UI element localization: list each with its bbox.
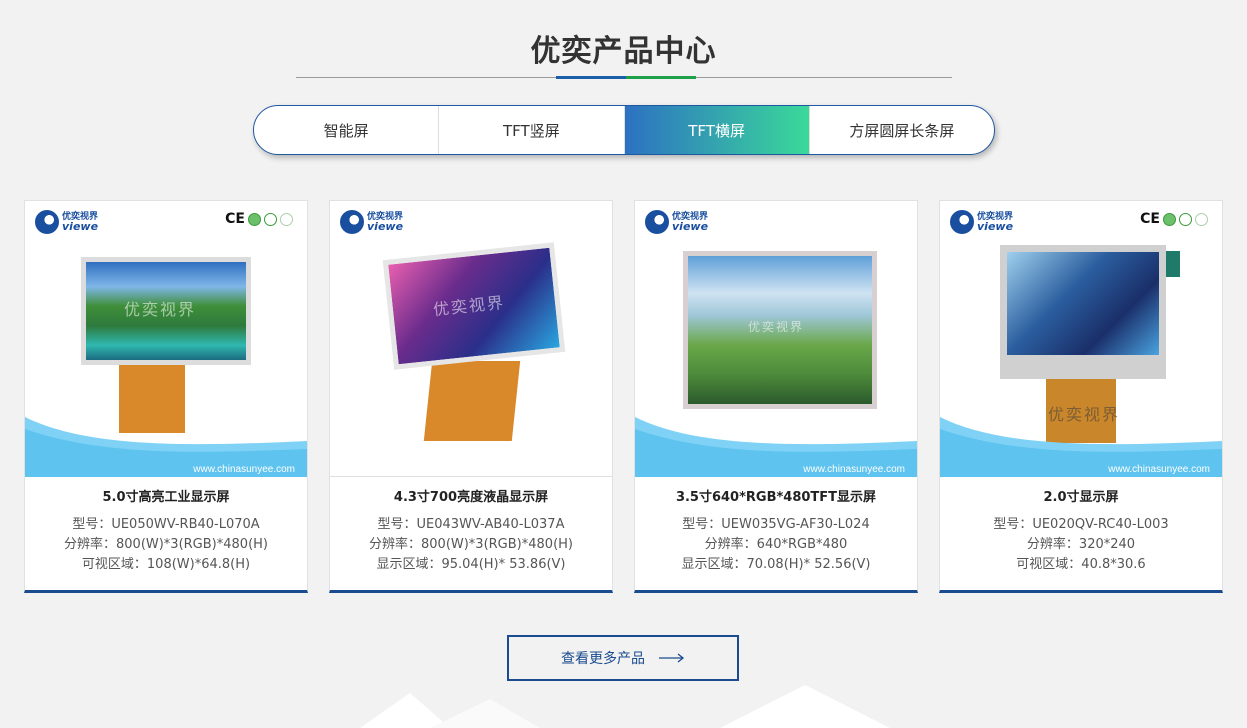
product-area: 显示区域：95.04(H)* 53.86(V) — [376, 557, 566, 572]
product-model: 型号：UE020QV-RC40-L003 — [993, 517, 1169, 532]
product-model: 型号：UE043WV-AB40-L037A — [377, 517, 565, 532]
product-name: 5.0寸高亮工业显示屏 — [102, 490, 230, 505]
brand-logo: 优奕视界 viewe — [645, 209, 725, 235]
display-panel: 优奕视界 — [81, 257, 251, 365]
product-resolution: 分辨率：800(W)*3(RGB)*480(H) — [64, 537, 268, 552]
product-image: 优奕视界 viewe 优奕视界 www.chinasunyee.com — [635, 201, 917, 477]
cert-icons: CE — [1140, 211, 1208, 227]
logo-en-text: viewe — [672, 220, 709, 233]
watermark: 优奕视界 — [432, 292, 506, 320]
logo-en-text: viewe — [62, 220, 99, 233]
logo-en-text: viewe — [367, 220, 404, 233]
product-area: 显示区域：70.08(H)* 52.56(V) — [681, 557, 871, 572]
fpc-cable — [423, 361, 521, 441]
product-area: 可视区域：108(W)*64.8(H) — [81, 557, 251, 572]
brand-logo: 优奕视界 viewe — [35, 209, 115, 235]
section-title: 优奕产品中心 — [530, 34, 717, 69]
logo-icon — [950, 210, 974, 234]
cert-icons: CE — [225, 211, 293, 227]
product-model: 型号：UE050WV-RB40-L070A — [72, 517, 260, 532]
logo-icon — [35, 210, 59, 234]
rohs-icon — [1163, 212, 1176, 226]
category-tabs: 智能屏 TFT竖屏 TFT横屏 方屏圆屏长条屏 — [253, 105, 995, 155]
tab-connector — [1166, 251, 1180, 277]
tab-tft-portrait[interactable]: TFT竖屏 — [439, 106, 625, 154]
ce-mark-icon: CE — [1140, 211, 1160, 227]
display-panel: 优奕视界 — [382, 242, 566, 370]
eco-cert-icon — [280, 212, 293, 226]
product-area: 可视区域：40.8*30.6 — [1016, 557, 1146, 572]
product-image: 优奕视界 viewe CE 优奕视界 www.chinasunyee.com — [25, 201, 307, 477]
website-text: www.chinasunyee.com — [1108, 464, 1210, 475]
product-card[interactable]: 优奕视界 viewe CE 优奕视界 www.chinasunyee.com 5.… — [24, 200, 308, 593]
tab-tft-landscape[interactable]: TFT横屏 — [624, 106, 810, 154]
view-more-label: 查看更多产品 — [561, 651, 645, 667]
eco-cert-icon — [1195, 212, 1208, 226]
arrow-right-icon — [659, 653, 685, 663]
check-cert-icon — [1179, 212, 1192, 226]
product-resolution: 分辨率：320*240 — [1026, 537, 1136, 552]
brand-logo: 优奕视界 viewe — [340, 209, 420, 235]
product-image: 优奕视界 viewe 优奕视界 — [330, 201, 612, 477]
brand-logo: 优奕视界 viewe — [950, 209, 1030, 235]
tab-square-round-bar[interactable]: 方屏圆屏长条屏 — [810, 106, 994, 154]
product-card[interactable]: 优奕视界 viewe CE 优奕视界 www.chinasunyee.com 2.… — [939, 200, 1223, 593]
product-name: 3.5寸640*RGB*480TFT显示屏 — [675, 490, 877, 505]
display-panel — [1000, 245, 1166, 379]
ce-mark-icon: CE — [225, 211, 245, 227]
product-image: 优奕视界 viewe CE 优奕视界 www.chinasunyee.com — [940, 201, 1222, 477]
mountain-decoration — [360, 685, 890, 728]
website-text: www.chinasunyee.com — [193, 464, 295, 475]
product-card[interactable]: 优奕视界 viewe 优奕视界 www.chinasunyee.com 3.5寸6… — [634, 200, 918, 593]
check-cert-icon — [264, 212, 277, 226]
product-name: 4.3寸700亮度液晶显示屏 — [393, 490, 549, 505]
display-panel: 优奕视界 — [683, 251, 877, 409]
logo-icon — [340, 210, 364, 234]
product-resolution: 分辨率：800(W)*3(RGB)*480(H) — [369, 537, 573, 552]
title-accent-bar — [556, 76, 696, 79]
logo-en-text: viewe — [977, 220, 1014, 233]
watermark: 优奕视界 — [124, 300, 197, 319]
product-name: 2.0寸显示屏 — [1043, 490, 1119, 505]
product-model: 型号：UEW035VG-AF30-L024 — [682, 517, 870, 532]
website-text: www.chinasunyee.com — [803, 464, 905, 475]
rohs-icon — [248, 212, 261, 226]
watermark: 优奕视界 — [748, 320, 805, 334]
logo-icon — [645, 210, 669, 234]
view-more-button[interactable]: 查看更多产品 — [507, 635, 739, 681]
product-card[interactable]: 优奕视界 viewe 优奕视界 4.3寸700亮度液晶显示屏 型号：UE043WV… — [329, 200, 613, 593]
product-resolution: 分辨率：640*RGB*480 — [704, 537, 848, 552]
tab-smart-screen[interactable]: 智能屏 — [254, 106, 440, 154]
